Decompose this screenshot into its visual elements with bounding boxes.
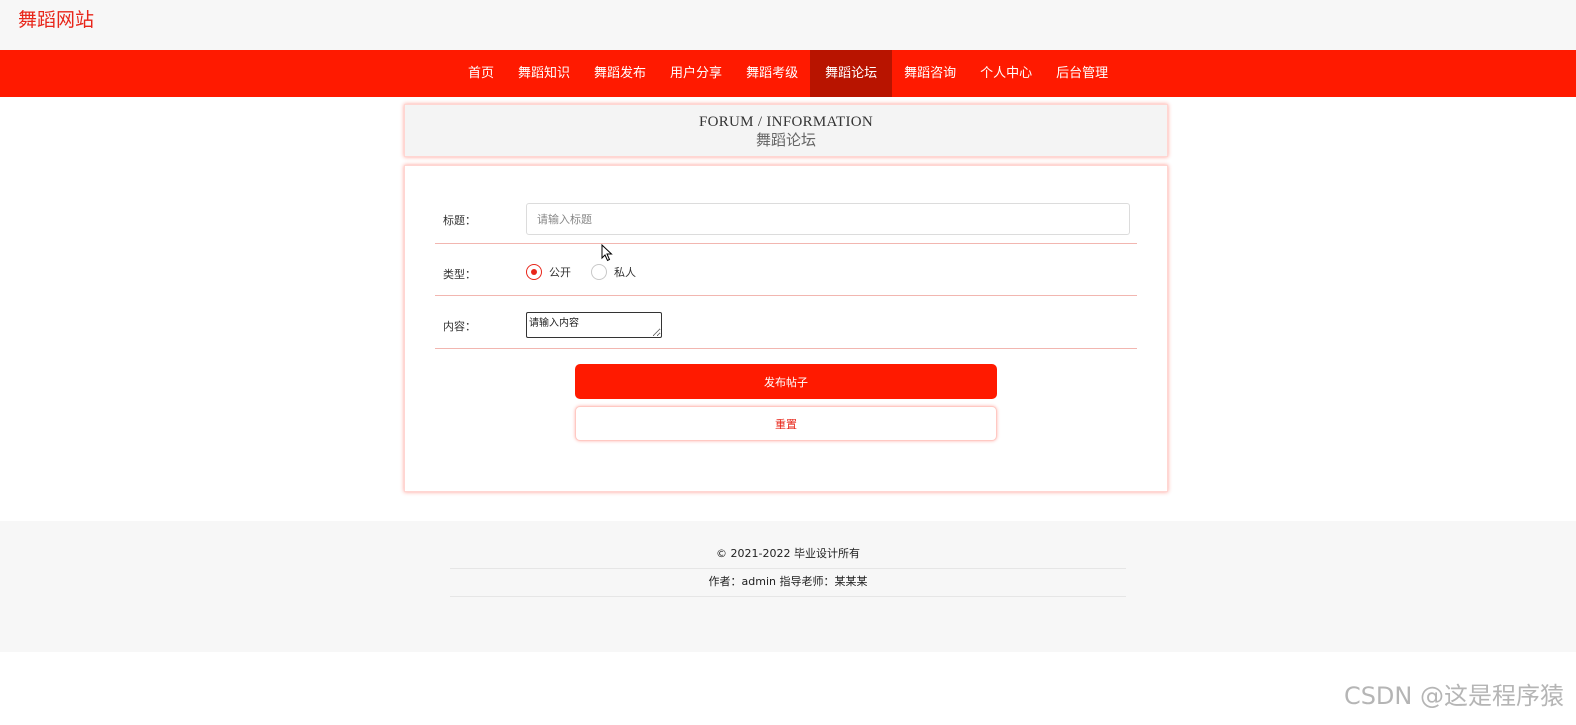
top-header: 舞蹈网站 bbox=[0, 0, 1576, 50]
radio-unchecked-icon[interactable] bbox=[591, 264, 607, 280]
site-title[interactable]: 舞蹈网站 bbox=[18, 8, 94, 32]
title-label: 标题： bbox=[443, 214, 476, 227]
forum-post-form: 标题： 类型： 公开 私人 内容： 发布帖子 重置 bbox=[404, 165, 1168, 492]
content-label: 内容： bbox=[443, 320, 476, 333]
type-option-public[interactable]: 公开 bbox=[526, 264, 571, 280]
nav-item-dance-knowledge[interactable]: 舞蹈知识 bbox=[506, 50, 582, 97]
mouse-cursor-icon bbox=[601, 244, 613, 262]
nav-list: 首页 舞蹈知识 舞蹈发布 用户分享 舞蹈考级 舞蹈论坛 舞蹈咨询 个人中心 后台… bbox=[456, 50, 1120, 97]
nav-item-dance-exam[interactable]: 舞蹈考级 bbox=[734, 50, 810, 97]
nav-item-admin[interactable]: 后台管理 bbox=[1044, 50, 1120, 97]
section-title-en: FORUM / INFORMATION bbox=[698, 114, 874, 130]
section-title-cn: 舞蹈论坛 bbox=[755, 131, 816, 149]
title-input[interactable] bbox=[526, 203, 1130, 235]
nav-item-dance-consult[interactable]: 舞蹈咨询 bbox=[892, 50, 968, 97]
watermark: CSDN @这是程序猿 bbox=[1343, 682, 1564, 710]
type-option-label: 公开 bbox=[549, 266, 571, 279]
type-radio-group: 公开 私人 bbox=[526, 264, 656, 280]
footer-copyright: © 2021-2022 毕业设计所有 bbox=[450, 541, 1126, 569]
reset-button[interactable]: 重置 bbox=[575, 406, 997, 441]
nav-item-personal-center[interactable]: 个人中心 bbox=[968, 50, 1044, 97]
title-row: 标题： bbox=[435, 202, 1137, 244]
main-navigation: 首页 舞蹈知识 舞蹈发布 用户分享 舞蹈考级 舞蹈论坛 舞蹈咨询 个人中心 后台… bbox=[0, 50, 1576, 97]
type-label: 类型： bbox=[443, 268, 476, 281]
nav-item-dance-publish[interactable]: 舞蹈发布 bbox=[582, 50, 658, 97]
nav-item-dance-forum[interactable]: 舞蹈论坛 bbox=[810, 50, 893, 97]
type-option-label: 私人 bbox=[614, 266, 636, 279]
publish-post-button[interactable]: 发布帖子 bbox=[575, 364, 997, 399]
content-row: 内容： bbox=[435, 296, 1137, 349]
content-textarea[interactable] bbox=[526, 312, 662, 338]
type-option-private[interactable]: 私人 bbox=[591, 264, 636, 280]
nav-item-user-share[interactable]: 用户分享 bbox=[658, 50, 734, 97]
footer-author: 作者：admin 指导老师：某某某 bbox=[450, 569, 1126, 597]
type-row: 类型： 公开 私人 bbox=[435, 244, 1137, 296]
nav-item-home[interactable]: 首页 bbox=[456, 50, 506, 97]
radio-checked-icon[interactable] bbox=[526, 264, 542, 280]
section-header: FORUM / INFORMATION 舞蹈论坛 bbox=[404, 104, 1168, 157]
page-footer: © 2021-2022 毕业设计所有 作者：admin 指导老师：某某某 bbox=[0, 521, 1576, 652]
